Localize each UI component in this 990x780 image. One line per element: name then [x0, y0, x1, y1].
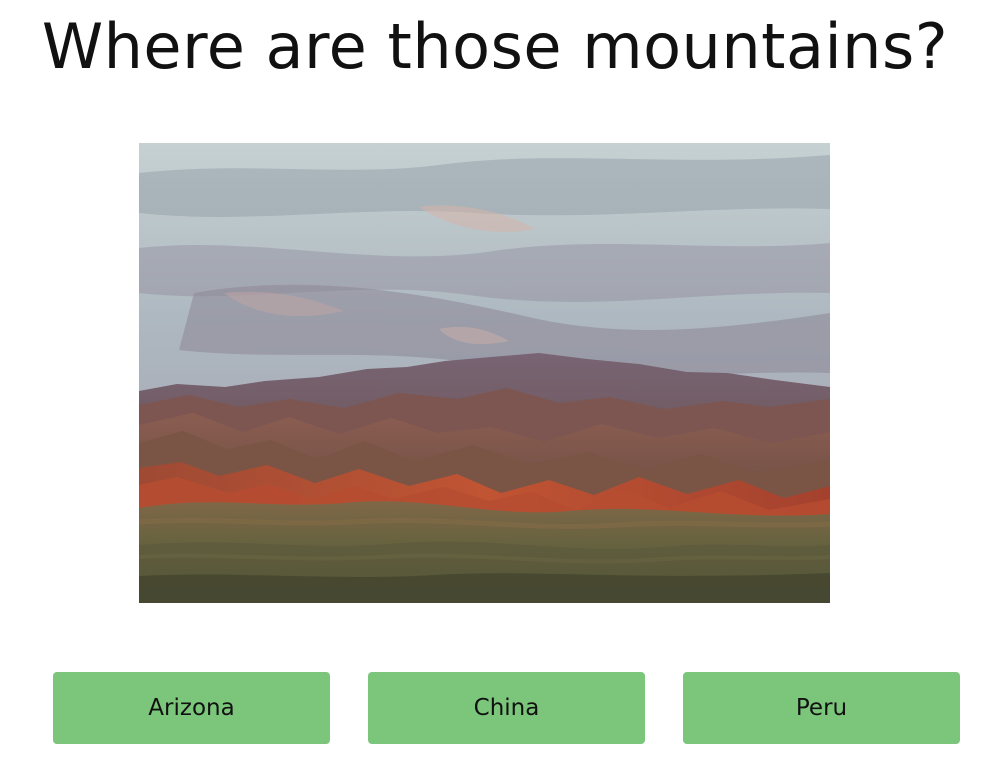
answer-label-china: China	[473, 695, 540, 721]
mountain-photo	[139, 143, 830, 603]
answer-button-arizona[interactable]: Arizona	[53, 672, 330, 744]
answer-label-peru: Peru	[795, 695, 848, 721]
answer-options: Arizona China Peru	[0, 672, 990, 744]
quiz-page: Where are those mountains? Arizona China…	[0, 0, 990, 780]
answer-button-peru[interactable]: Peru	[683, 672, 960, 744]
mountain-landscape-image	[139, 143, 830, 603]
answer-button-china[interactable]: China	[368, 672, 645, 744]
question-title: Where are those mountains?	[41, 10, 949, 83]
answer-label-arizona: Arizona	[148, 695, 235, 721]
